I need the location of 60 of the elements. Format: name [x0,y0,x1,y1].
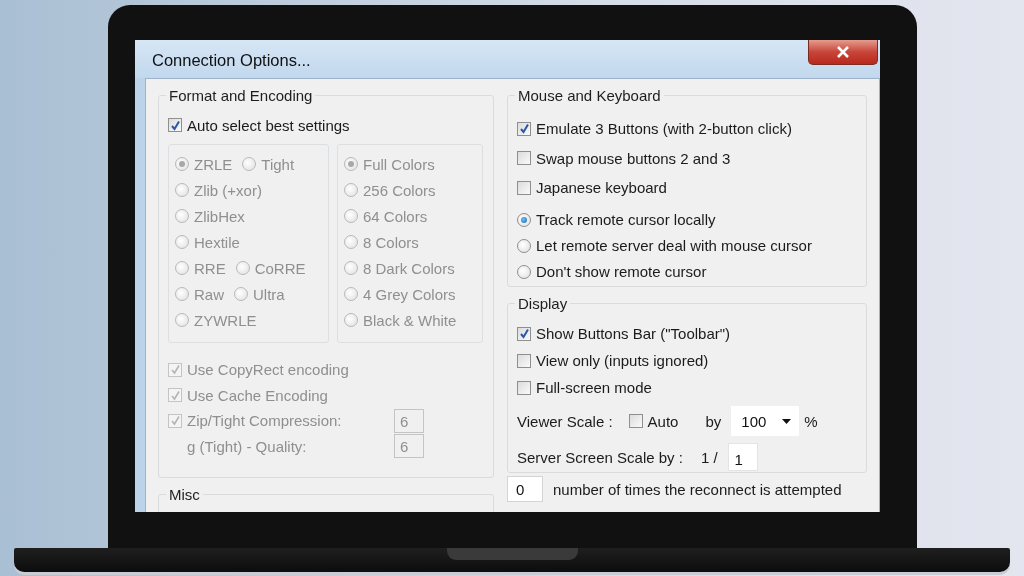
checkbox[interactable] [517,326,531,341]
close-button[interactable] [808,40,878,65]
radio-label: ZlibHex [194,207,245,225]
checkbox[interactable] [517,380,531,395]
radio-button[interactable] [517,264,531,279]
unit-label: % [804,412,818,430]
group-title: Misc [168,486,201,503]
checkbox-label: Japanese keyboard [536,179,667,197]
group-title: Format and Encoding [168,87,314,104]
checkbox-label: Use CopyRect encoding [187,361,350,379]
radio-label: 256 Colors [363,181,436,199]
radio-label: Hextile [194,233,240,251]
group-title: Mouse and Keyboard [517,87,662,104]
scale-dropdown[interactable]: 100 [731,406,800,436]
checkbox[interactable] [517,180,531,195]
field-label: g (Tight) - Quality: [187,437,308,455]
radio-label: Raw [194,285,224,303]
field-label: Zip/Tight Compression: [187,412,343,430]
radio-label: Track remote cursor locally [536,211,716,228]
checkbox-label: Use Cache Encoding [187,386,329,404]
radio-label: Zlib (+xor) [194,181,262,199]
checkbox-label: Show Buttons Bar ("Toolbar") [536,325,731,342]
caret-icon [782,418,792,424]
reconnect-label: number of times the reconnect is attempted [553,480,842,498]
radio-label: Full Colors [363,155,435,173]
checkbox-label: View only (inputs ignored) [536,352,709,369]
checkbox[interactable] [628,414,643,428]
radio-label: Let remote server deal with mouse cursor [536,237,812,254]
checkbox-label: Swap mouse buttons 2 and 3 [536,149,731,167]
radio-label: Ultra [253,285,285,303]
checkbox[interactable] [168,118,182,132]
reconnect-field[interactable]: 0 [507,476,543,502]
radio-label: Tight [261,155,295,173]
radio-label: CoRRE [254,259,306,277]
checkbox[interactable] [517,151,531,166]
close-icon [836,46,850,58]
ratio-label: 1 / [700,448,718,466]
radio-label: ZYWRLE [194,311,257,329]
checkbox[interactable] [517,121,531,136]
checkbox-label: Emulate 3 Buttons (with 2-button click) [536,120,792,138]
checkbox-label: Auto [647,412,679,430]
radio-label: 8 Dark Colors [363,259,455,277]
radio-label: Don't show remote cursor [536,263,707,280]
field-label: by [705,412,722,430]
radio-button[interactable] [517,212,531,227]
radio-label: 8 Colors [363,233,419,251]
window-title: Connection Options... [152,51,311,70]
radio-label: RRE [194,259,226,277]
checkbox-label: Auto select best settings [187,116,350,134]
radio-button[interactable] [517,238,531,253]
scale-field[interactable]: 1 [727,443,758,471]
field-label: Server Screen Scale by : [517,448,683,466]
checkbox[interactable] [517,353,531,368]
radio-label: 4 Grey Colors [363,285,456,303]
field-label: Viewer Scale : [517,412,613,430]
radio-label: Black & White [363,311,457,329]
checkbox-label: Full-screen mode [536,379,652,396]
group-title: Display [517,295,569,312]
radio-label: ZRLE [194,155,233,173]
radio-label: 64 Colors [363,207,428,225]
